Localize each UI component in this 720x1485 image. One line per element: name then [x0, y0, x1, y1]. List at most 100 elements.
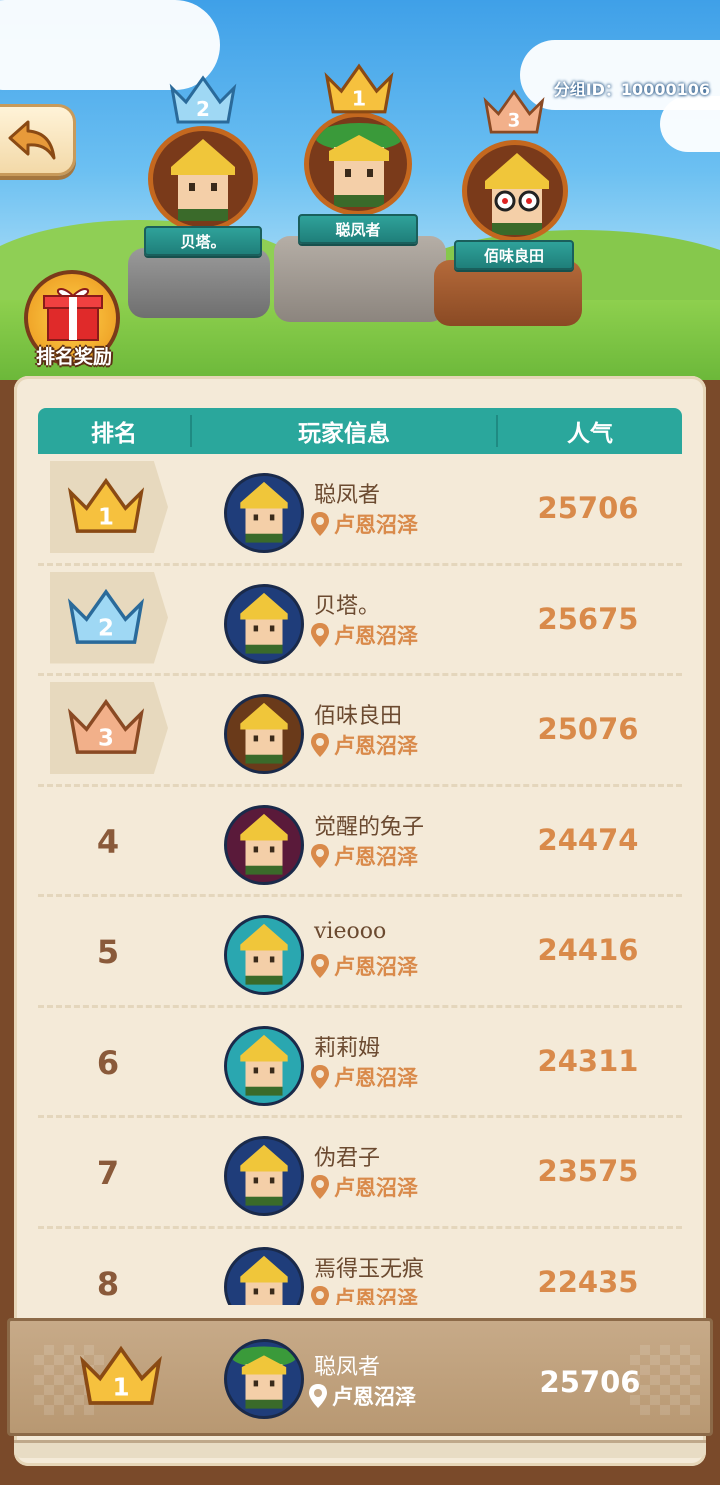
rank-number: 7 [96, 1154, 120, 1192]
leaderboard-list[interactable]: 1 聪凤者 卢恩沼泽 25706 2 贝塔。 卢恩沼泽 25675 3 佰味良田… [38, 455, 682, 1305]
player-score: 25675 [537, 601, 639, 636]
my-name: 聪凤者 [314, 1355, 381, 1380]
bronze-crown-icon: 3 [67, 698, 145, 754]
character-icon [485, 153, 549, 235]
column-rank: 排名 [91, 421, 137, 447]
silver-crown-icon: 2 [67, 588, 145, 644]
group-id: 分组ID：10000106 [553, 80, 710, 99]
table-row[interactable]: 7 伪君子 卢恩沼泽 23575 [38, 1118, 682, 1229]
leaderboard-header: 排名 玩家信息 人气 [38, 408, 682, 454]
player-avatar[interactable] [224, 1025, 304, 1106]
location-pin-icon [311, 512, 329, 536]
player-score: 23575 [537, 1154, 639, 1188]
player-name: 伪君子 [314, 1146, 381, 1171]
back-arrow-icon [8, 120, 55, 160]
player-location: 卢恩沼泽 [310, 841, 418, 871]
player-location: 卢恩沼泽 [310, 509, 418, 539]
character-icon [240, 1255, 288, 1305]
character-icon [240, 481, 288, 543]
table-row[interactable]: 1 聪凤者 卢恩沼泽 25706 [38, 455, 682, 566]
character-icon [240, 923, 288, 985]
podium-name-3: 佰味良田 [454, 240, 574, 270]
player-avatar[interactable] [224, 694, 304, 774]
table-row[interactable]: 3 佰味良田 卢恩沼泽 25076 [38, 676, 682, 787]
player-avatar[interactable] [224, 1136, 304, 1216]
svg-text:1: 1 [352, 87, 366, 111]
rank-cell: 1 [50, 461, 168, 553]
player-score: 25076 [537, 712, 639, 746]
gold-crown-icon: 1 [80, 1345, 162, 1405]
player-score: 22435 [537, 1264, 639, 1299]
panel-bottom-strip [14, 1440, 706, 1458]
character-icon [240, 813, 288, 875]
player-name: 佰味良田 [314, 704, 403, 729]
rank-number: 6 [96, 1043, 120, 1082]
player-location: 卢恩沼泽 [310, 620, 418, 650]
rank-number: 4 [96, 822, 120, 861]
my-rank-number: 1 [112, 1373, 129, 1402]
player-location-text: 卢恩沼泽 [334, 513, 418, 537]
my-rank-bar: 1 聪凤者 卢恩沼泽 25706 [7, 1318, 713, 1436]
player-location-text: 卢恩沼泽 [334, 1065, 418, 1090]
svg-text:2: 2 [196, 97, 210, 121]
podium-rock-1 [274, 236, 446, 322]
location-pin-icon [311, 1285, 329, 1305]
player-score: 24416 [537, 933, 639, 967]
player-name: 焉得玉无痕 [314, 1256, 425, 1282]
player-location: 卢恩沼泽 [310, 1062, 418, 1092]
character-icon [240, 592, 288, 654]
podium-avatar-2[interactable] [148, 126, 258, 232]
player-avatar[interactable] [224, 583, 304, 664]
gold-crown-icon: 1 [324, 63, 394, 114]
my-avatar[interactable] [224, 1339, 304, 1419]
location-pin-icon [311, 954, 329, 978]
table-row[interactable]: 4 觉醒的兔子 卢恩沼泽 24474 [38, 787, 682, 897]
player-location-text: 卢恩沼泽 [334, 844, 418, 869]
player-score: 24474 [537, 822, 639, 857]
player-location: 卢恩沼泽 [310, 951, 418, 981]
player-location: 卢恩沼泽 [310, 1283, 418, 1305]
player-avatar[interactable] [224, 473, 304, 553]
character-icon [240, 1144, 288, 1206]
location-pin-icon [311, 733, 329, 757]
podium-avatar-1[interactable] [304, 112, 412, 216]
player-location-text: 卢恩沼泽 [334, 623, 418, 648]
player-location: 卢恩沼泽 [310, 730, 418, 760]
location-pin-icon [311, 843, 329, 868]
podium-name-1: 聪凤者 [298, 214, 418, 244]
rank-number: 8 [96, 1264, 120, 1303]
character-icon [240, 702, 288, 764]
location-pin-icon [309, 1384, 327, 1408]
player-location: 卢恩沼泽 [310, 1172, 418, 1202]
gold-crown-icon: 1 [67, 477, 145, 533]
rank-number: 1 [98, 504, 114, 530]
player-avatar[interactable] [224, 915, 304, 995]
player-location-text: 卢恩沼泽 [334, 955, 418, 979]
character-icon [171, 139, 235, 221]
my-location-text: 卢恩沼泽 [332, 1385, 416, 1409]
rank-number: 5 [96, 933, 120, 971]
player-name: vieooo [314, 919, 387, 944]
table-row[interactable]: 2 贝塔。 卢恩沼泽 25675 [38, 566, 682, 676]
my-score: 25706 [539, 1365, 641, 1399]
bronze-crown-icon: 3 [483, 89, 545, 134]
table-row[interactable]: 5 vieooo 卢恩沼泽 24416 [38, 897, 682, 1008]
table-row[interactable]: 8 焉得玉无痕 卢恩沼泽 22435 [38, 1229, 682, 1305]
player-avatar[interactable] [224, 804, 304, 885]
rank-reward-label: 排名奖励 [35, 346, 112, 368]
cloud [660, 96, 720, 152]
svg-text:3: 3 [508, 111, 521, 132]
player-avatar[interactable] [224, 1246, 304, 1305]
player-location-text: 卢恩沼泽 [334, 734, 418, 758]
podium-avatar-3[interactable] [462, 140, 568, 242]
back-button[interactable] [0, 104, 76, 176]
column-player-info: 玩家信息 [298, 421, 390, 447]
location-pin-icon [311, 622, 329, 647]
rank-number: 2 [98, 615, 114, 641]
column-popularity: 人气 [567, 421, 613, 447]
rank-cell: 3 [50, 682, 168, 774]
gift-box-icon [43, 288, 103, 341]
player-location-text: 卢恩沼泽 [334, 1176, 418, 1200]
rank-reward-button[interactable]: 排名奖励 [20, 270, 124, 374]
table-row[interactable]: 6 莉莉姆 卢恩沼泽 24311 [38, 1008, 682, 1118]
